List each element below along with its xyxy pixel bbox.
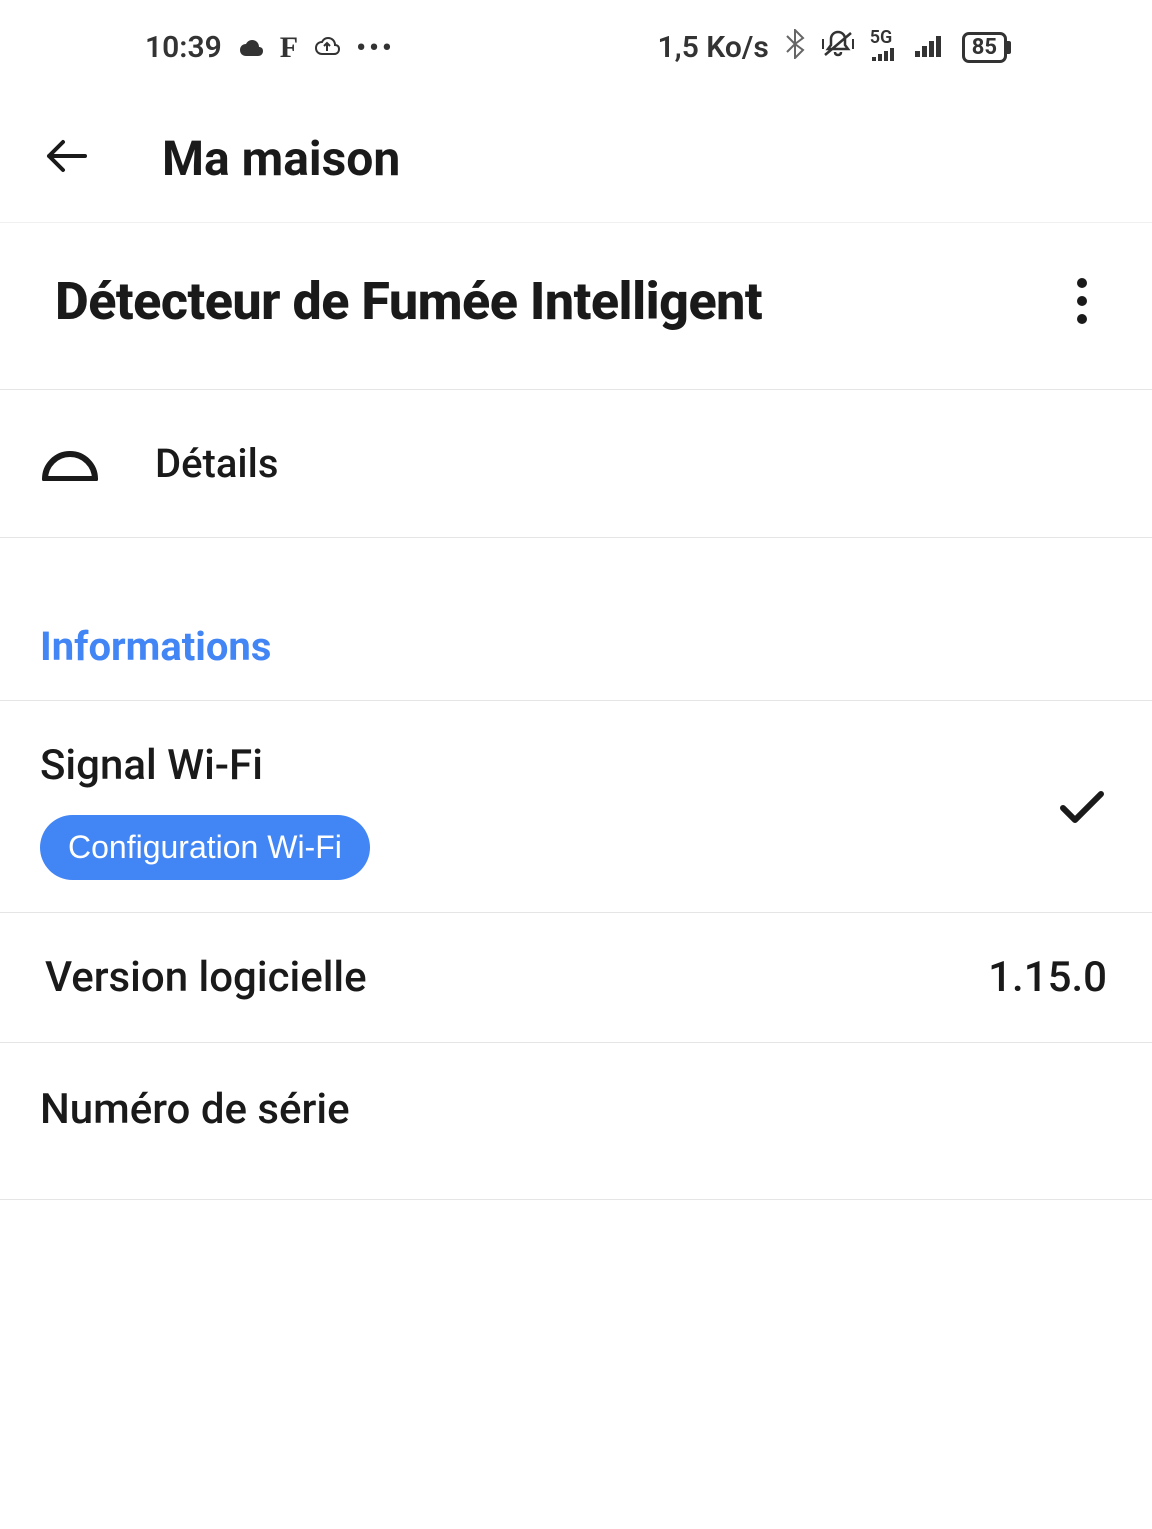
software-version-label: Version logicielle — [45, 953, 367, 1002]
back-button[interactable] — [45, 130, 87, 187]
device-name: Détecteur de Fumée Intelligent — [55, 271, 762, 332]
serial-number-label: Numéro de série — [40, 1085, 350, 1134]
ellipsis-icon: ••• — [356, 31, 395, 64]
informations-section-header: Informations — [0, 538, 1152, 701]
bluetooth-icon — [784, 29, 806, 67]
checkmark-icon — [1057, 780, 1107, 841]
wifi-config-button[interactable]: Configuration Wi-Fi — [40, 815, 370, 880]
wifi-row-left: Signal Wi-Fi Configuration Wi-Fi — [40, 741, 370, 880]
status-left: 10:39 F ••• — [145, 30, 395, 65]
software-version-row[interactable]: Version logicielle 1.15.0 — [0, 913, 1152, 1043]
status-right: 1,5 Ko/s 5G 85 — [658, 29, 1007, 67]
wifi-signal-label: Signal Wi-Fi — [40, 741, 370, 790]
software-version-value: 1.15.0 — [988, 953, 1107, 1002]
gauge-icon — [40, 446, 100, 481]
signal-icon — [915, 30, 947, 65]
app-f-icon: F — [280, 31, 298, 65]
app-header: Ma maison — [0, 95, 1152, 223]
details-label: Détails — [155, 440, 278, 487]
cloud-icon — [237, 30, 265, 65]
network-type: 5G — [870, 29, 900, 67]
wifi-signal-row[interactable]: Signal Wi-Fi Configuration Wi-Fi — [0, 701, 1152, 913]
device-header: Détecteur de Fumée Intelligent — [0, 223, 1152, 390]
page-title: Ma maison — [162, 130, 400, 187]
data-rate: 1,5 Ko/s — [658, 30, 769, 65]
vibrate-mute-icon — [821, 29, 855, 67]
cloud-upload-icon — [313, 30, 341, 65]
details-row[interactable]: Détails — [0, 390, 1152, 538]
status-time: 10:39 — [145, 30, 222, 65]
battery-icon: 85 — [962, 32, 1007, 63]
more-options-button[interactable] — [1067, 268, 1097, 334]
status-bar: 10:39 F ••• 1,5 Ko/s 5G 85 — [0, 0, 1152, 95]
serial-number-row[interactable]: Numéro de série — [0, 1043, 1152, 1200]
